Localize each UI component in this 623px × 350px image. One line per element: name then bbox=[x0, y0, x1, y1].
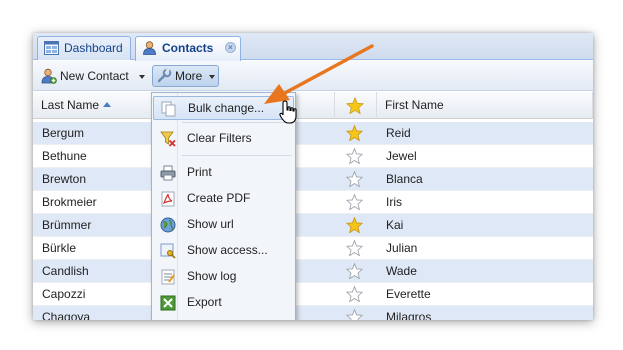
cell-last-name: Capozzi bbox=[42, 287, 86, 301]
cell-last-name: Brokmeier bbox=[42, 195, 97, 209]
column-first-name-label: First Name bbox=[385, 98, 444, 112]
menu-separator bbox=[182, 155, 292, 156]
menu-item-label: Create PDF bbox=[187, 191, 251, 205]
contacts-icon bbox=[143, 41, 156, 55]
menu-item-label: Show log bbox=[187, 269, 237, 283]
table-row[interactable]: Bergum Reid bbox=[33, 122, 593, 145]
star-outline-icon[interactable] bbox=[346, 171, 363, 187]
cell-last-name: Candlish bbox=[42, 264, 89, 278]
new-contact-label: New Contact bbox=[60, 69, 129, 83]
menu-item-label: Export bbox=[187, 295, 222, 309]
menu-item-show-log[interactable]: Show log bbox=[153, 265, 294, 289]
toolbar: New Contact More bbox=[33, 61, 593, 91]
grid-header: Last Name First Name bbox=[33, 92, 593, 119]
cell-first-name: Julian bbox=[386, 241, 418, 255]
more-menu: Bulk change... Clear Filters Print Creat… bbox=[151, 92, 296, 320]
pdf-icon bbox=[161, 191, 175, 207]
cell-first-name: Blanca bbox=[386, 172, 423, 186]
log-icon bbox=[161, 269, 175, 285]
star-outline-icon[interactable] bbox=[346, 309, 363, 320]
cell-first-name: Jewel bbox=[386, 149, 417, 163]
star-outline-icon[interactable] bbox=[346, 240, 363, 256]
cell-last-name: Brewton bbox=[42, 172, 87, 186]
more-button[interactable]: More bbox=[152, 65, 219, 87]
menu-item-clear-filters[interactable]: Clear Filters bbox=[153, 127, 294, 151]
menu-item-show-url[interactable]: Show url bbox=[153, 213, 294, 237]
cell-last-name: Bürkle bbox=[42, 241, 77, 255]
cell-last-name: Brümmer bbox=[42, 218, 92, 232]
contacts-grid: Last Name First Name Bergum Reid Bethune Je… bbox=[33, 92, 593, 320]
print-icon bbox=[160, 165, 176, 181]
menu-item-label: Show access... bbox=[187, 243, 268, 257]
star-outline-icon[interactable] bbox=[346, 263, 363, 279]
wrench-icon bbox=[157, 68, 172, 83]
cell-first-name: Milagros bbox=[386, 310, 432, 320]
table-row[interactable]: Chagoya Milagros bbox=[33, 306, 593, 320]
menu-item-label: Bulk change... bbox=[188, 101, 265, 115]
cell-first-name: Everette bbox=[386, 287, 431, 301]
new-contact-button[interactable]: New Contact bbox=[37, 65, 149, 87]
star-outline-icon[interactable] bbox=[346, 148, 363, 164]
star-outline-icon[interactable] bbox=[346, 194, 363, 210]
chevron-down-icon bbox=[139, 75, 145, 79]
menu-separator bbox=[182, 122, 292, 123]
export-icon bbox=[160, 295, 176, 311]
cell-first-name: Kai bbox=[386, 218, 404, 232]
close-icon[interactable]: × bbox=[225, 42, 236, 53]
star-filled-icon[interactable] bbox=[346, 125, 363, 141]
column-favorite[interactable] bbox=[335, 92, 377, 119]
table-row[interactable]: Capozzi Everette bbox=[33, 283, 593, 306]
more-label: More bbox=[175, 69, 203, 83]
menu-item-label: Print bbox=[187, 165, 212, 179]
menu-item-create-pdf[interactable]: Create PDF bbox=[153, 187, 294, 211]
column-first-name[interactable]: First Name bbox=[377, 92, 593, 119]
cell-first-name: Iris bbox=[386, 195, 402, 209]
table-row[interactable]: Candlish Wade bbox=[33, 260, 593, 283]
table-row[interactable]: Bethune Jewel bbox=[33, 145, 593, 168]
menu-item-label: Clear Filters bbox=[187, 131, 252, 145]
bulk-change-icon bbox=[161, 101, 176, 117]
cell-last-name: Bergum bbox=[42, 126, 85, 140]
menu-item-show-access[interactable]: Show access... bbox=[153, 239, 294, 263]
star-icon bbox=[346, 97, 364, 114]
tab-contacts[interactable]: Contacts × bbox=[135, 36, 241, 61]
menu-item-print[interactable]: Print bbox=[153, 161, 294, 185]
column-last-name-label: Last Name bbox=[41, 98, 100, 112]
table-row[interactable]: Bürkle Julian bbox=[33, 237, 593, 260]
cell-first-name: Reid bbox=[386, 126, 411, 140]
app-window: Dashboard Contacts × New Contact More La… bbox=[33, 33, 593, 320]
cell-first-name: Wade bbox=[386, 264, 417, 278]
dashboard-icon bbox=[44, 41, 59, 55]
table-row[interactable]: Brokmeier Iris bbox=[33, 191, 593, 214]
access-key-icon bbox=[160, 243, 176, 259]
tab-dashboard[interactable]: Dashboard bbox=[37, 36, 131, 60]
chevron-down-icon bbox=[209, 75, 215, 79]
cell-last-name: Chagoya bbox=[42, 310, 91, 320]
tab-contacts-label: Contacts bbox=[162, 41, 214, 55]
globe-icon bbox=[160, 217, 176, 233]
star-filled-icon[interactable] bbox=[346, 217, 363, 233]
menu-item-export[interactable]: Export bbox=[153, 291, 294, 315]
sort-ascending-icon bbox=[103, 102, 112, 107]
menu-item-bulk-change[interactable]: Bulk change... bbox=[153, 96, 294, 120]
table-row[interactable]: Brewton Blanca bbox=[33, 168, 593, 191]
tab-bar: Dashboard Contacts × bbox=[33, 33, 593, 61]
menu-item-label: Show url bbox=[187, 217, 234, 231]
cell-last-name: Bethune bbox=[42, 149, 87, 163]
tab-dashboard-label: Dashboard bbox=[64, 41, 123, 55]
add-contact-icon bbox=[41, 68, 57, 84]
star-outline-icon[interactable] bbox=[346, 286, 363, 302]
clear-filters-icon bbox=[160, 131, 176, 147]
table-row[interactable]: Brümmer Kai bbox=[33, 214, 593, 237]
